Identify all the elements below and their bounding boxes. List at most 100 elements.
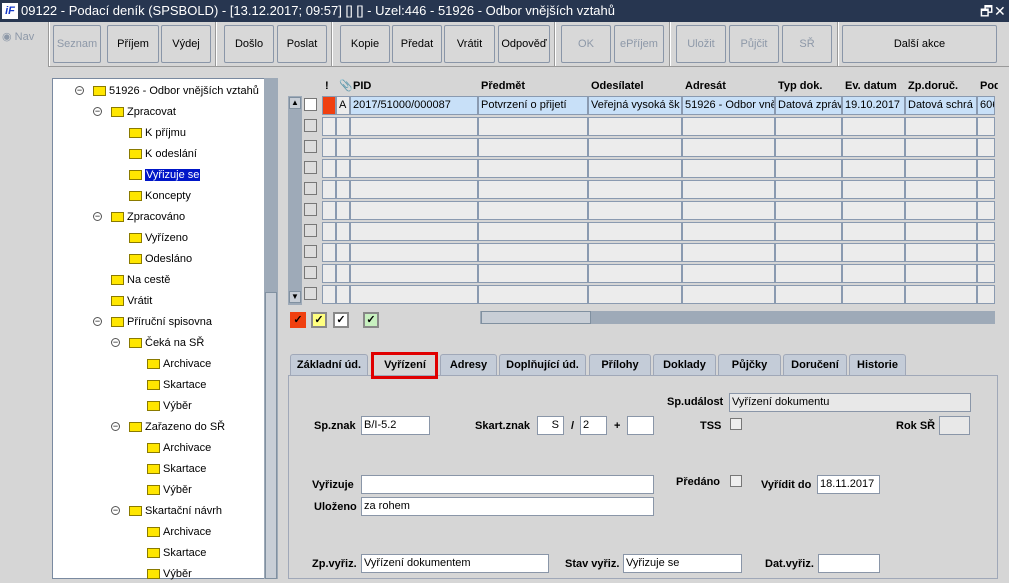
tab-1[interactable]: Základní úd. <box>290 354 368 375</box>
priority-cell[interactable] <box>322 264 336 283</box>
table-cell[interactable] <box>775 180 842 199</box>
sp-znak-field[interactable]: B/I-5.2 <box>361 416 430 435</box>
table-cell[interactable] <box>588 222 682 241</box>
table-cell[interactable] <box>350 117 478 136</box>
toolbar-button-sř[interactable]: SŘ <box>782 25 832 63</box>
table-cell[interactable] <box>336 117 350 136</box>
column-header[interactable]: Odesílatel <box>591 78 685 94</box>
table-cell[interactable] <box>842 222 905 241</box>
scroll-up-icon[interactable]: ▲ <box>289 97 301 109</box>
dat-vyriz-field[interactable] <box>818 554 880 573</box>
table-cell[interactable] <box>350 201 478 220</box>
tree-item[interactable]: Skartační návrh <box>129 502 222 520</box>
table-cell[interactable] <box>842 243 905 262</box>
toolbar-button-příjem[interactable]: Příjem <box>107 25 159 63</box>
tree-item[interactable]: Vyřízeno <box>129 229 188 247</box>
table-cell[interactable] <box>775 138 842 157</box>
table-vertical-scrollbar[interactable]: ▲ ▼ <box>288 96 302 305</box>
table-cell[interactable] <box>905 180 977 199</box>
tree-item[interactable]: K odeslání <box>129 145 197 163</box>
tree-item[interactable]: Čeká na SŘ <box>129 334 204 352</box>
row-select-checkbox[interactable] <box>304 182 317 195</box>
stav-vyriz-field[interactable]: Vyřizuje se <box>623 554 742 573</box>
toolbar-button-půjčit[interactable]: Půjčit <box>729 25 779 63</box>
tab-8[interactable]: Doručení <box>783 354 847 375</box>
table-cell[interactable] <box>588 285 682 304</box>
table-cell[interactable] <box>682 264 775 283</box>
tree-item[interactable]: Archivace <box>147 439 211 457</box>
column-header[interactable]: PID <box>353 78 481 94</box>
table-cell[interactable] <box>775 243 842 262</box>
skart-plus-field[interactable] <box>627 416 654 435</box>
tab-4[interactable]: Doplňující úd. <box>499 354 586 375</box>
tree-item[interactable]: Příruční spisovna <box>111 313 212 331</box>
table-cell[interactable] <box>842 285 905 304</box>
table-cell[interactable] <box>336 159 350 178</box>
table-cell[interactable] <box>588 243 682 262</box>
tree-item[interactable]: Archivace <box>147 355 211 373</box>
table-cell[interactable] <box>336 222 350 241</box>
table-cell[interactable] <box>478 138 588 157</box>
collapse-icon[interactable]: − <box>75 86 84 95</box>
sp-udalost-field[interactable]: Vyřízení dokumentu <box>729 393 971 412</box>
tree-item[interactable]: Vrátit <box>111 292 152 310</box>
tree-scrollbar-thumb[interactable] <box>265 292 277 579</box>
table-cell[interactable] <box>775 264 842 283</box>
table-cell[interactable] <box>977 138 995 157</box>
tree-item[interactable]: Skartace <box>147 544 206 562</box>
table-cell[interactable]: 606 <box>977 96 995 115</box>
toolbar-button-odpověď[interactable]: Odpověď <box>498 25 550 63</box>
table-cell[interactable] <box>977 264 995 283</box>
table-cell[interactable] <box>977 180 995 199</box>
toolbar-button-epříjem[interactable]: ePříjem <box>614 25 664 63</box>
table-cell[interactable] <box>682 201 775 220</box>
table-cell[interactable] <box>682 243 775 262</box>
tree-item[interactable]: Výběr <box>147 481 192 499</box>
row-select-checkbox[interactable] <box>304 161 317 174</box>
toolbar-button-uložit[interactable]: Uložit <box>676 25 726 63</box>
toolbar-button-seznam[interactable]: Seznam <box>53 25 101 63</box>
priority-cell[interactable] <box>322 285 336 304</box>
table-cell[interactable] <box>350 285 478 304</box>
table-cell[interactable] <box>336 285 350 304</box>
table-cell[interactable] <box>842 180 905 199</box>
table-cell[interactable]: A <box>336 96 350 115</box>
row-select-checkbox[interactable] <box>304 266 317 279</box>
table-cell[interactable] <box>977 117 995 136</box>
column-header[interactable]: Předmět <box>481 78 591 94</box>
table-cell[interactable]: Datová schrá <box>905 96 977 115</box>
table-cell[interactable] <box>336 264 350 283</box>
collapse-icon[interactable]: − <box>111 422 120 431</box>
table-cell[interactable] <box>478 117 588 136</box>
priority-cell[interactable] <box>322 96 336 115</box>
filter-checkbox[interactable]: ✓ <box>290 312 306 328</box>
priority-cell[interactable] <box>322 138 336 157</box>
table-cell[interactable] <box>842 159 905 178</box>
table-cell[interactable]: Potvrzení o přijetí <box>478 96 588 115</box>
table-cell[interactable] <box>478 180 588 199</box>
toolbar-button-předat[interactable]: Předat <box>392 25 442 63</box>
table-cell[interactable] <box>905 117 977 136</box>
table-cell[interactable] <box>336 243 350 262</box>
table-cell[interactable] <box>842 264 905 283</box>
tree-item[interactable]: Zpracováno <box>111 208 185 226</box>
table-cell[interactable] <box>350 243 478 262</box>
column-header[interactable]: Typ dok. <box>778 78 845 94</box>
tab-9[interactable]: Historie <box>849 354 906 375</box>
close-icon[interactable]: ✕ <box>994 0 1006 22</box>
table-cell[interactable] <box>682 159 775 178</box>
toolbar-button-došlo[interactable]: Došlo <box>224 25 274 63</box>
table-cell[interactable] <box>588 117 682 136</box>
tree-item[interactable]: Zpracovat <box>111 103 176 121</box>
scrollbar-thumb[interactable] <box>481 311 591 324</box>
table-horizontal-scrollbar[interactable] <box>480 311 995 324</box>
tab-3[interactable]: Adresy <box>440 354 497 375</box>
table-cell[interactable]: 19.10.2017 <box>842 96 905 115</box>
table-cell[interactable] <box>350 222 478 241</box>
table-cell[interactable] <box>775 117 842 136</box>
table-cell[interactable]: 2017/51000/000087 <box>350 96 478 115</box>
priority-cell[interactable] <box>322 117 336 136</box>
toolbar-button-vrátit[interactable]: Vrátit <box>444 25 495 63</box>
table-cell[interactable]: Veřejná vysoká šk <box>588 96 682 115</box>
column-header[interactable]: Ev. datum <box>845 78 908 94</box>
